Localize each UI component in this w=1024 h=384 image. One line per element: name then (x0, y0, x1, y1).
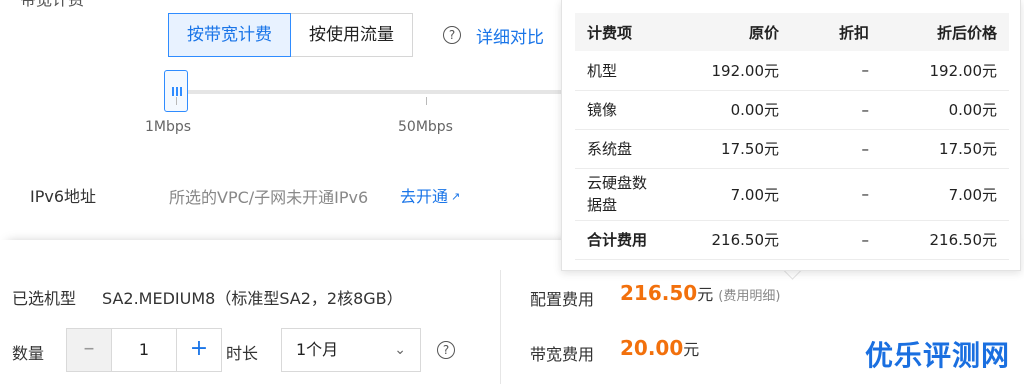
selected-model-value: SA2.MEDIUM8（标准型SA2，2核8GB） (102, 289, 403, 308)
help-icon[interactable]: ? (443, 26, 461, 44)
billing-by-traffic-button[interactable]: 按使用流量 (291, 13, 413, 57)
config-fee: 216.50元 (费用明细) (620, 281, 780, 305)
fee-detail-popover: 计费项 原价 折扣 折后价格 机型 192.00元 – 192.00元 镜像 0… (561, 0, 1021, 271)
watermark: 优乐评测网 (864, 339, 1010, 372)
selected-model-label: 已选机型 (12, 289, 77, 308)
row-item: 云硬盘数 据盘 (575, 168, 687, 221)
row-final: 192.00元 (881, 51, 1009, 91)
ipv6-message: 所选的VPC/子网未开通IPv6 (169, 188, 369, 207)
header-original: 原价 (687, 13, 791, 51)
table-row: 机型 192.00元 – 192.00元 (575, 51, 1009, 91)
quantity-stepper: – 1 + (66, 328, 222, 372)
fee-detail-table: 计费项 原价 折扣 折后价格 机型 192.00元 – 192.00元 镜像 0… (575, 13, 1009, 260)
row-item: 系统盘 (575, 129, 687, 169)
row-item-line-2: 据盘 (587, 196, 618, 214)
table-row: 云硬盘数据盘 7.00元 – 7.00元 (575, 168, 1009, 221)
row-item: 机型 (575, 51, 687, 91)
header-discount: 折扣 (791, 13, 881, 51)
external-link-icon: ↗ (451, 190, 461, 203)
fee-detail-link[interactable]: (费用明细) (718, 289, 780, 304)
divider (500, 270, 501, 384)
bandwidth-fee-unit: 元 (683, 340, 700, 359)
row-discount: – (791, 220, 881, 260)
bandwidth-slider-track[interactable] (172, 90, 567, 94)
billing-mode-toggle: 按带宽计费 按使用流量 (168, 13, 413, 57)
quantity-input[interactable]: 1 (111, 329, 176, 371)
duration-select[interactable]: 1个月 ⌄ (281, 328, 421, 372)
slider-tick (176, 97, 177, 105)
row-final: 7.00元 (881, 168, 1009, 221)
compare-link[interactable]: 详细对比 (476, 23, 544, 48)
row-item: 镜像 (575, 90, 687, 130)
row-final: 0.00元 (881, 90, 1009, 130)
duration-help-icon[interactable]: ? (437, 341, 455, 359)
row-discount: – (791, 51, 881, 91)
duration-label: 时长 (226, 344, 259, 363)
config-fee-unit: 元 (697, 285, 714, 304)
enable-ipv6-label: 去开通 (400, 187, 449, 206)
chevron-down-icon: ⌄ (394, 342, 406, 358)
duration-select-value: 1个月 (296, 340, 339, 359)
row-discount: – (791, 129, 881, 169)
table-row-total: 合计费用 216.50元 – 216.50元 (575, 220, 1009, 260)
slider-min-label: 1Mbps (145, 119, 192, 135)
row-original: 192.00元 (687, 51, 791, 91)
slider-mid-label: 50Mbps (398, 119, 453, 135)
row-final: 17.50元 (881, 129, 1009, 169)
decrement-button[interactable]: – (67, 329, 111, 371)
billing-by-bandwidth-button[interactable]: 按带宽计费 (168, 13, 291, 57)
row-item-line-1: 云硬盘数 (587, 174, 648, 192)
row-item: 合计费用 (575, 220, 687, 260)
table-row: 系统盘 17.50元 – 17.50元 (575, 129, 1009, 169)
row-original: 216.50元 (687, 220, 791, 260)
row-original: 7.00元 (687, 168, 791, 221)
config-fee-value: 216.50 (620, 281, 698, 305)
quantity-label: 数量 (12, 344, 45, 363)
table-header-row: 计费项 原价 折扣 折后价格 (575, 13, 1009, 51)
row-original: 17.50元 (687, 129, 791, 169)
enable-ipv6-link[interactable]: 去开通 ↗ (400, 183, 460, 207)
bandwidth-fee: 20.00元 (620, 336, 699, 360)
row-original: 0.00元 (687, 90, 791, 130)
table-row: 镜像 0.00元 – 0.00元 (575, 90, 1009, 130)
config-fee-label: 配置费用 (530, 290, 595, 309)
slider-tick (426, 97, 427, 105)
bandwidth-fee-label: 带宽费用 (530, 345, 595, 364)
row-final: 216.50元 (881, 220, 1009, 260)
header-final: 折后价格 (881, 13, 1009, 51)
header-item: 计费项 (575, 13, 687, 51)
ipv6-label: IPv6地址 (30, 187, 97, 206)
bandwidth-fee-value: 20.00 (620, 336, 684, 360)
bandwidth-slider-handle[interactable] (164, 70, 188, 112)
bandwidth-billing-label: 带宽计费 (20, 0, 84, 10)
increment-button[interactable]: + (176, 329, 221, 371)
row-discount: – (791, 90, 881, 130)
row-discount: – (791, 168, 881, 221)
compare-link-label: 详细对比 (476, 28, 544, 48)
